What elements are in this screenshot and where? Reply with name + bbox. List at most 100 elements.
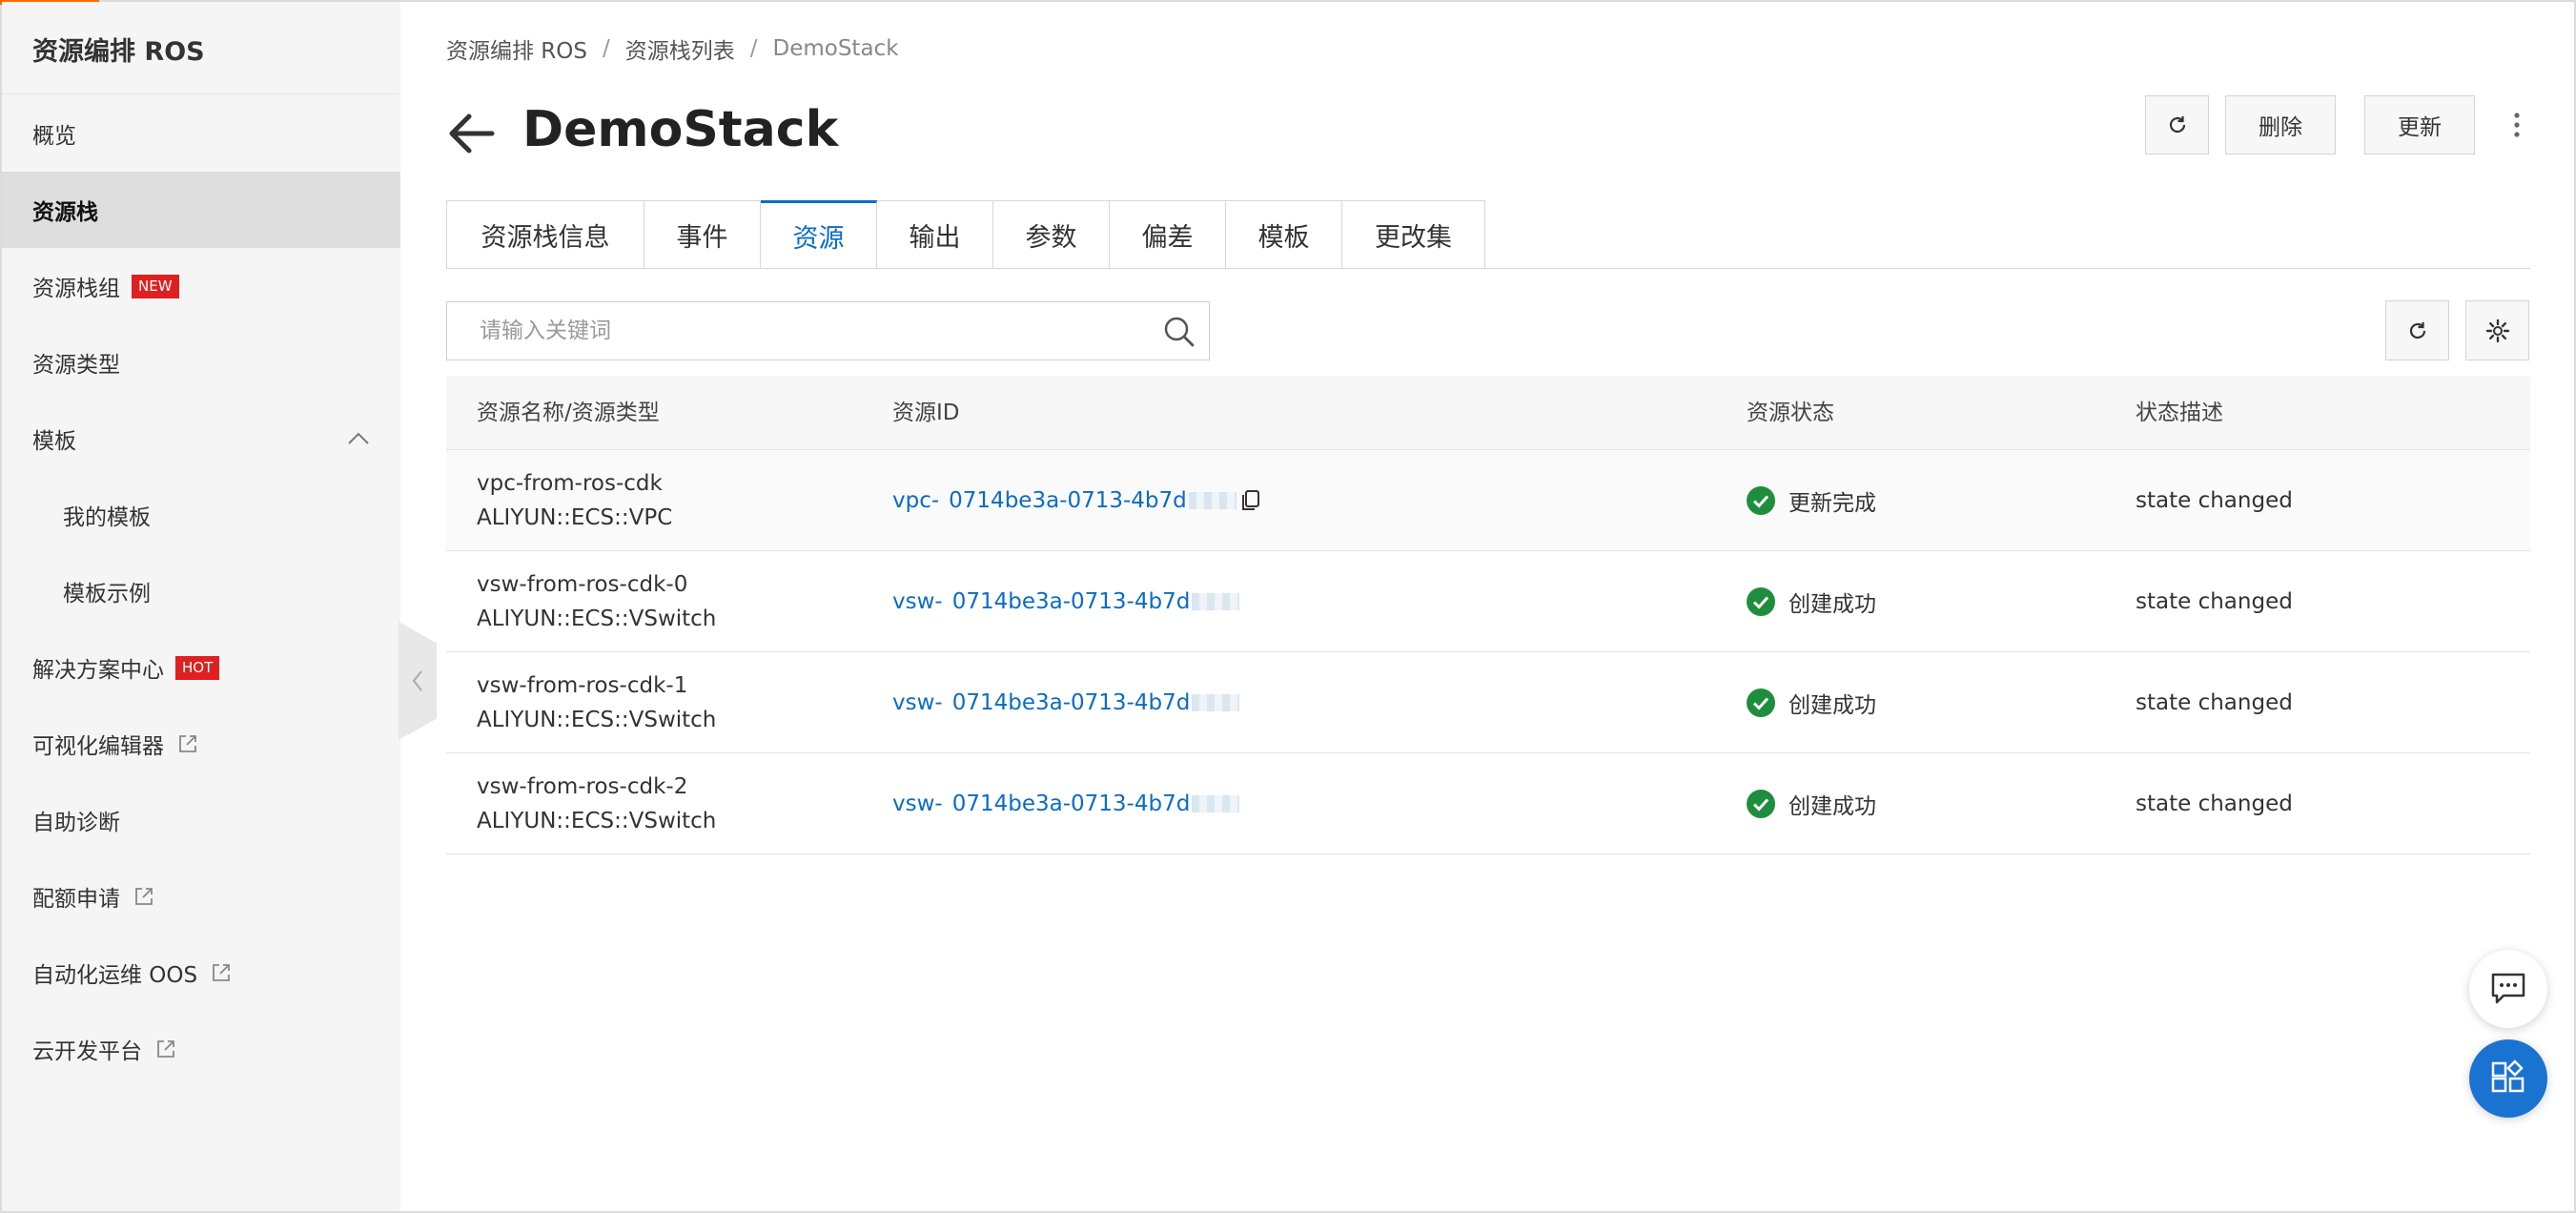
refresh-icon (2169, 116, 2185, 134)
check-circle-icon (1747, 486, 1775, 515)
apps-icon (2491, 1059, 2525, 1093)
breadcrumb-item-current: DemoStack (772, 36, 899, 61)
new-badge: NEW (132, 274, 179, 298)
tab-outputs[interactable]: 输出 (877, 200, 993, 269)
sidebar-item-diagnosis[interactable]: 自助诊断 (2, 782, 400, 858)
gear-icon (2485, 319, 2509, 342)
resource-type: ALIYUN::ECS::VSwitch (477, 809, 717, 833)
chevron-left-icon (412, 670, 422, 691)
sidebar-item-label: 模板 (32, 429, 76, 454)
check-circle-icon (1747, 689, 1775, 717)
table-refresh-button[interactable] (2385, 300, 2449, 360)
sidebar-item-my-templates[interactable]: 我的模板 (2, 477, 400, 553)
status-text: 创建成功 (1789, 693, 1876, 718)
resource-id-link[interactable]: vsw- 0714be3a-0713-4b7d (892, 589, 1240, 614)
tab-change-sets[interactable]: 更改集 (1342, 200, 1485, 269)
sidebar-item-visual-editor[interactable]: 可视化编辑器 (2, 706, 400, 782)
chat-icon (2491, 973, 2525, 1004)
chat-button[interactable] (2469, 950, 2547, 1028)
sidebar-item-cloud-dev[interactable]: 云开发平台 (2, 1011, 400, 1087)
resource-type: ALIYUN::ECS::VSwitch (477, 606, 717, 631)
breadcrumb-separator: / (603, 36, 610, 61)
sidebar-item-template-examples[interactable]: 模板示例 (2, 553, 400, 629)
resource-type: ALIYUN::ECS::VPC (477, 505, 673, 530)
external-link-icon (135, 888, 153, 905)
more-vertical-icon[interactable] (2507, 111, 2526, 139)
sidebar-item-label: 配额申请 (32, 887, 120, 912)
resources-table: 资源名称/资源类型 资源ID 资源状态 状态描述 vpc-from-ros-cd… (446, 376, 2530, 854)
sidebar-item-overview[interactable]: 概览 (2, 95, 400, 172)
resource-id-prefix: vsw- (892, 792, 943, 816)
search-input[interactable] (447, 302, 1134, 360)
sidebar-item-label: 解决方案中心 (32, 658, 164, 683)
apps-button[interactable] (2469, 1039, 2547, 1118)
sidebar-item-stack-groups[interactable]: 资源栈组 NEW (2, 248, 400, 324)
update-button[interactable]: 更新 (2364, 95, 2475, 154)
tab-events[interactable]: 事件 (644, 200, 761, 269)
tab-template[interactable]: 模板 (1226, 200, 1342, 269)
tab-drift[interactable]: 偏差 (1110, 200, 1226, 269)
delete-button[interactable]: 删除 (2225, 95, 2336, 154)
table-row: vpc-from-ros-cdk ALIYUN::ECS::VPC vpc- 0… (446, 450, 2530, 551)
sidebar-item-oos[interactable]: 自动化运维 OOS (2, 935, 400, 1011)
resource-name: vpc-from-ros-cdk (477, 471, 663, 496)
redacted-mask (1192, 795, 1240, 812)
arrow-left-icon[interactable] (446, 113, 496, 154)
sidebar-divider (2, 93, 400, 94)
resource-id: 0714be3a-0713-4b7d (951, 690, 1191, 715)
search-box (446, 301, 1210, 360)
sidebar-item-templates[interactable]: 模板 (2, 401, 400, 477)
status-text: 创建成功 (1789, 592, 1876, 617)
table-row: vsw-from-ros-cdk-2 ALIYUN::ECS::VSwitch … (446, 753, 2530, 854)
table-row: vsw-from-ros-cdk-0 ALIYUN::ECS::VSwitch … (446, 551, 2530, 652)
tab-resources[interactable]: 资源 (761, 200, 877, 269)
column-header-name: 资源名称/资源类型 (477, 401, 660, 425)
column-header-id: 资源ID (892, 401, 960, 425)
redacted-mask (1192, 694, 1240, 711)
sidebar-item-label: 概览 (32, 124, 76, 149)
sidebar-item-stacks[interactable]: 资源栈 (2, 172, 400, 248)
sidebar-item-label: 云开发平台 (32, 1039, 142, 1064)
check-circle-icon (1747, 790, 1775, 818)
status-description: state changed (2136, 589, 2293, 614)
breadcrumb: 资源编排 ROS / 资源栈列表 / DemoStack (446, 32, 899, 65)
resource-name: vsw-from-ros-cdk-0 (477, 572, 688, 597)
tab-underline (446, 268, 2530, 269)
sidebar-item-quota[interactable]: 配额申请 (2, 858, 400, 935)
sidebar-item-label: 自动化运维 OOS (32, 963, 198, 988)
check-circle-icon (1747, 587, 1775, 616)
external-link-icon (179, 735, 196, 752)
sidebar-item-resource-types[interactable]: 资源类型 (2, 324, 400, 401)
copy-icon[interactable] (1240, 489, 1261, 512)
refresh-icon (2409, 321, 2425, 339)
table-settings-button[interactable] (2465, 300, 2529, 360)
resource-id-link[interactable]: vpc- 0714be3a-0713-4b7d (892, 488, 1261, 513)
breadcrumb-item-ros[interactable]: 资源编排 ROS (446, 32, 587, 65)
resource-id: 0714be3a-0713-4b7d (951, 589, 1191, 614)
resource-id-link[interactable]: vsw- 0714be3a-0713-4b7d (892, 690, 1240, 715)
column-header-status: 资源状态 (1747, 401, 1834, 425)
resource-id-link[interactable]: vsw- 0714be3a-0713-4b7d (892, 792, 1240, 816)
resource-id: 0714be3a-0713-4b7d (951, 792, 1191, 816)
breadcrumb-item-stack-list[interactable]: 资源栈列表 (625, 32, 735, 65)
tab-stack-info[interactable]: 资源栈信息 (446, 200, 644, 269)
refresh-button[interactable] (2145, 95, 2209, 154)
resource-id-prefix: vsw- (892, 690, 943, 715)
sidebar: 资源编排 ROS 概览 资源栈 资源栈组 NEW 资源类型 模板 我的模板 模板… (2, 2, 400, 1211)
breadcrumb-separator: / (749, 36, 758, 61)
tab-parameters[interactable]: 参数 (993, 200, 1110, 269)
status-text: 创建成功 (1789, 794, 1876, 819)
external-link-icon (157, 1040, 174, 1058)
table-header: 资源名称/资源类型 资源ID 资源状态 状态描述 (446, 376, 2530, 450)
hot-badge: HOT (175, 655, 220, 680)
sidebar-item-label: 资源类型 (32, 353, 120, 378)
status-description: state changed (2136, 792, 2293, 816)
sidebar-item-label: 可视化编辑器 (32, 734, 164, 759)
resource-id-prefix: vsw- (892, 589, 943, 614)
chevron-up-icon (348, 432, 369, 444)
sidebar-item-label: 自助诊断 (32, 811, 120, 835)
redacted-mask (1192, 593, 1240, 610)
sidebar-item-solutions[interactable]: 解决方案中心 HOT (2, 629, 400, 706)
sidebar-item-label: 我的模板 (63, 505, 151, 530)
search-icon[interactable] (1163, 316, 1196, 348)
